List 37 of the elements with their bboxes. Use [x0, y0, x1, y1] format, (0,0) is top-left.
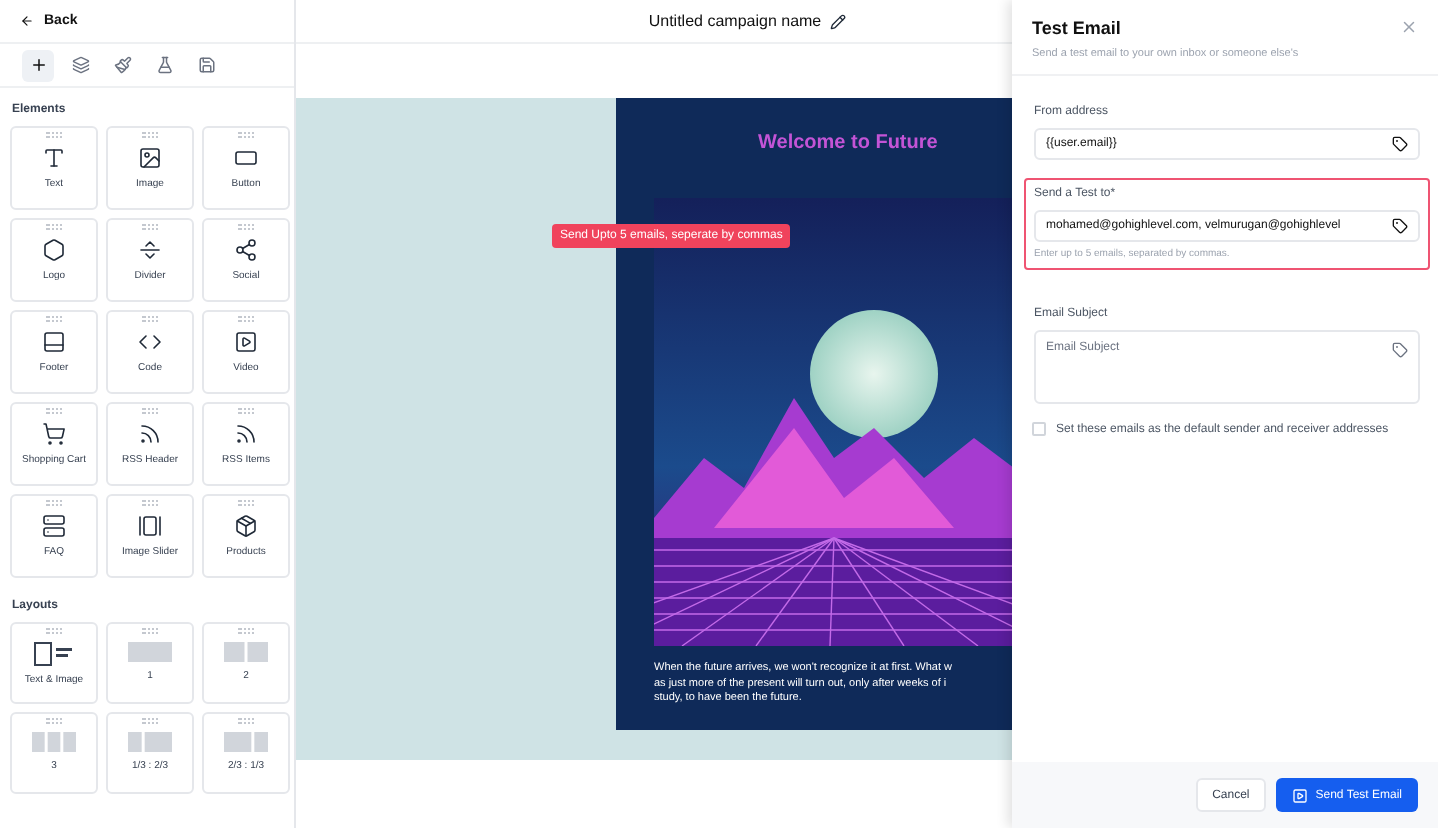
- column-layout-icon: [32, 732, 76, 752]
- tag-icon[interactable]: [1392, 136, 1408, 152]
- text-icon: [42, 146, 66, 170]
- text-image-layout-icon: [34, 642, 74, 666]
- arrow-left-icon: [20, 14, 34, 28]
- code-icon: [138, 330, 162, 354]
- divider-icon: [138, 238, 162, 262]
- layers-icon: [71, 56, 89, 74]
- pencil-icon[interactable]: [829, 13, 846, 29]
- flask-icon: [155, 56, 173, 74]
- cart-icon: [42, 422, 66, 446]
- paintbrush-icon: [113, 56, 131, 74]
- panel-title: Test Email: [1032, 18, 1123, 38]
- plus-tool[interactable]: [22, 49, 54, 81]
- share-icon: [234, 238, 258, 262]
- play-icon: [234, 330, 258, 354]
- image-icon: [138, 146, 162, 170]
- column-layout-icon: [224, 732, 268, 752]
- rss-icon: [138, 422, 162, 446]
- button-icon: [234, 146, 258, 170]
- email-heading: Welcome to Future: [756, 132, 940, 154]
- checkbox[interactable]: [1032, 422, 1046, 436]
- footer-icon: [42, 330, 66, 354]
- close-button[interactable]: [1400, 18, 1418, 36]
- rss-icon: [234, 422, 258, 446]
- package-icon: [234, 514, 258, 538]
- save-icon: [197, 56, 215, 74]
- campaign-title: Untitled campaign name: [648, 12, 822, 30]
- column-layout-icon: [224, 642, 268, 662]
- plus-icon: [29, 56, 47, 74]
- play-icon: [1291, 787, 1308, 803]
- column-layout-icon: [128, 642, 172, 662]
- stacked-rows-icon: [42, 514, 66, 538]
- column-layout-icon: [128, 732, 172, 752]
- hexagon-icon: [42, 238, 66, 262]
- slider-icon: [138, 514, 162, 538]
- tag-icon[interactable]: [1392, 218, 1408, 234]
